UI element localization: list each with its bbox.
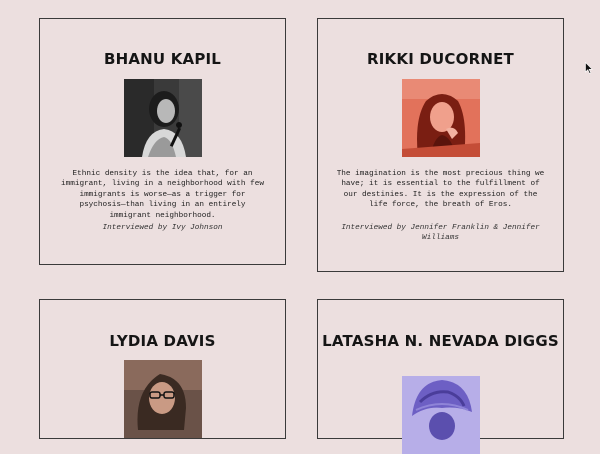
portrait-photo-icon — [402, 376, 480, 454]
author-name[interactable]: LATASHA N. NEVADA DIGGS — [318, 332, 563, 351]
mouse-pointer-icon — [585, 62, 593, 74]
author-quote: Ethnic density is the idea that, for an … — [61, 170, 264, 220]
interview-card-rikki-ducornet[interactable]: RIKKI DUCORNET The imagination is the mo… — [317, 18, 564, 272]
author-photo[interactable] — [402, 376, 480, 454]
author-name[interactable]: LYDIA DAVIS — [40, 332, 285, 351]
portrait-photo-icon — [124, 79, 202, 157]
interview-card-lydia-davis[interactable]: LYDIA DAVIS — [39, 299, 286, 439]
author-photo[interactable] — [402, 79, 480, 157]
portrait-photo-icon — [124, 360, 202, 438]
author-name[interactable]: RIKKI DUCORNET — [318, 50, 563, 69]
interview-card-bhanu-kapil[interactable]: BHANU KAPIL Ethnic density is the idea t… — [39, 18, 286, 265]
author-quote: The imagination is the most precious thi… — [336, 170, 545, 210]
author-name[interactable]: BHANU KAPIL — [40, 50, 285, 69]
author-photo[interactable] — [124, 360, 202, 438]
portrait-photo-icon — [402, 79, 480, 157]
interview-credit: Interviewed by Ivy Johnson — [102, 224, 223, 232]
interview-credit: Interviewed by Jennifer Franklin & Jenni… — [341, 224, 540, 243]
interview-card-latasha-diggs[interactable]: LATASHA N. NEVADA DIGGS — [317, 299, 564, 454]
author-photo[interactable] — [124, 79, 202, 157]
